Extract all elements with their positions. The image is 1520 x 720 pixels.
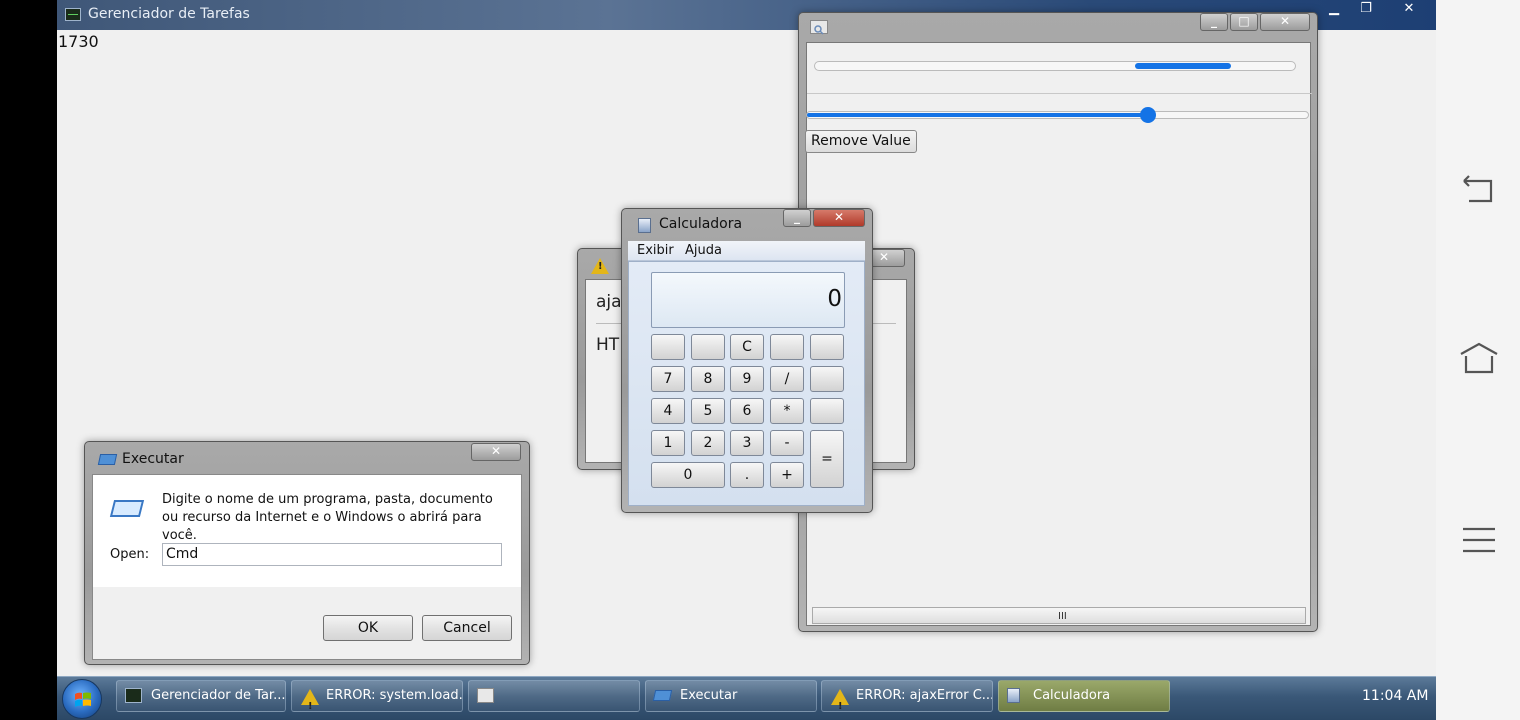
- calc-key-7[interactable]: 7: [651, 366, 685, 392]
- calc-key-6[interactable]: 6: [730, 398, 764, 424]
- taskbar-item-error-1[interactable]: ! ERROR: system.load...: [291, 680, 463, 712]
- calculator-title: Calculadora: [659, 216, 743, 232]
- calculator-body: 0 C 7 8 9 / 4 5 6 * 1 2 3 - = 0 . +: [628, 261, 865, 506]
- calculator-icon: [1007, 688, 1020, 703]
- run-dialog: Executar ✕ Digite o nome de um programa,…: [84, 441, 530, 665]
- process-counter: 1730: [58, 32, 99, 51]
- calc-key-3[interactable]: 3: [730, 430, 764, 456]
- progress-indicator: [1135, 63, 1231, 69]
- task-manager-icon: [65, 8, 81, 21]
- remove-value-button[interactable]: Remove Value: [805, 130, 917, 153]
- taskbar-item-error-2[interactable]: ! ERROR: ajaxError C...: [821, 680, 993, 712]
- taskbar: Gerenciador de Tar... ! ERROR: system.lo…: [57, 676, 1436, 720]
- error-heading: aja: [596, 292, 622, 312]
- run-dialog-button-area: OK Cancel: [93, 587, 521, 659]
- close-button[interactable]: ✕: [1260, 13, 1310, 31]
- minimize-button[interactable]: _: [783, 209, 811, 227]
- calc-key-subtract[interactable]: -: [770, 430, 804, 456]
- horizontal-scrollbar[interactable]: III: [812, 607, 1306, 624]
- run-icon: [97, 454, 118, 465]
- run-icon: [652, 690, 673, 701]
- calc-key-9[interactable]: 9: [730, 366, 764, 392]
- run-dialog-content: Digite o nome de um programa, pasta, doc…: [93, 475, 521, 587]
- close-button[interactable]: ✕: [1389, 0, 1429, 20]
- slider-thumb[interactable]: [1140, 107, 1156, 123]
- calc-key-blank[interactable]: [810, 334, 844, 360]
- display-value: 0: [827, 286, 842, 312]
- calc-key-equals[interactable]: =: [810, 430, 844, 488]
- minimize-button[interactable]: ▁: [1319, 0, 1349, 20]
- maximize-button[interactable]: □: [1230, 13, 1258, 31]
- calc-key-blank[interactable]: [810, 366, 844, 392]
- cancel-button[interactable]: Cancel: [422, 615, 512, 641]
- calc-key-4[interactable]: 4: [651, 398, 685, 424]
- run-program-icon: [109, 500, 145, 517]
- calc-key-1[interactable]: 1: [651, 430, 685, 456]
- calc-key-blank[interactable]: [770, 334, 804, 360]
- calc-key-add[interactable]: +: [770, 462, 804, 488]
- calculator-window: Calculadora _ ✕ Exibir Ajuda 0 C 7 8 9 /…: [621, 208, 873, 513]
- calc-key-2[interactable]: 2: [691, 430, 725, 456]
- calc-key-decimal[interactable]: .: [730, 462, 764, 488]
- clock: 11:04 AM: [1362, 688, 1429, 704]
- ok-button[interactable]: OK: [323, 615, 413, 641]
- run-description: Digite o nome de um programa, pasta, doc…: [162, 492, 493, 543]
- calculator-display: 0: [651, 272, 845, 328]
- calc-key-blank[interactable]: [651, 334, 685, 360]
- calc-key-5[interactable]: 5: [691, 398, 725, 424]
- run-dialog-title: Executar: [122, 451, 184, 467]
- restore-button[interactable]: ❐: [1351, 0, 1381, 20]
- calc-key-multiply[interactable]: *: [770, 398, 804, 424]
- warning-icon: !: [301, 689, 319, 711]
- menu-ajuda[interactable]: Ajuda: [685, 243, 722, 258]
- slider-fill: [807, 113, 1148, 117]
- progress-bar: [814, 61, 1296, 71]
- close-button[interactable]: ✕: [471, 443, 521, 461]
- task-manager-caption-buttons: ▁ ❐ ✕: [1319, 0, 1436, 20]
- calc-key-8[interactable]: 8: [691, 366, 725, 392]
- error-body: HT: [596, 335, 620, 355]
- back-icon[interactable]: [1458, 172, 1500, 208]
- calc-key-0[interactable]: 0: [651, 462, 725, 488]
- value-slider[interactable]: [806, 107, 1309, 123]
- slider-window-caption-buttons: _ □ ✕: [1200, 13, 1310, 31]
- calculator-icon: [638, 218, 651, 233]
- windows-logo-icon: [75, 692, 91, 707]
- home-icon[interactable]: [1458, 340, 1500, 376]
- minimize-button[interactable]: _: [1200, 13, 1228, 31]
- task-manager-title: Gerenciador de Tarefas: [88, 6, 250, 22]
- desktop: Gerenciador de Tarefas ▁ ❐ ✕ 1730 _ □ ✕: [57, 0, 1436, 676]
- search-window-icon: [810, 20, 828, 35]
- open-label: Open:: [110, 547, 150, 562]
- menu-exibir[interactable]: Exibir: [637, 243, 674, 258]
- scrollbar-grip[interactable]: III: [1058, 611, 1067, 622]
- taskbar-item-run[interactable]: Executar: [645, 680, 817, 712]
- taskbar-item-calculator[interactable]: Calculadora: [998, 680, 1170, 712]
- search-window-icon: [477, 688, 494, 703]
- run-dialog-client: Digite o nome de um programa, pasta, doc…: [92, 474, 522, 660]
- calculator-menubar: Exibir Ajuda: [628, 241, 865, 261]
- calc-key-clear[interactable]: C: [730, 334, 764, 360]
- menu-icon[interactable]: [1458, 522, 1500, 558]
- warning-icon: !: [591, 258, 609, 274]
- close-button[interactable]: ✕: [813, 209, 865, 227]
- open-input[interactable]: Cmd: [162, 543, 502, 566]
- start-button[interactable]: [62, 679, 102, 719]
- calc-key-blank[interactable]: [691, 334, 725, 360]
- calc-key-divide[interactable]: /: [770, 366, 804, 392]
- taskbar-item-task-manager[interactable]: Gerenciador de Tar...: [116, 680, 286, 712]
- calc-key-blank[interactable]: [810, 398, 844, 424]
- separator: [807, 93, 1312, 94]
- left-black-bar: [0, 0, 57, 720]
- warning-icon: !: [831, 689, 849, 711]
- task-manager-icon: [125, 688, 142, 703]
- taskbar-item-window[interactable]: [468, 680, 640, 712]
